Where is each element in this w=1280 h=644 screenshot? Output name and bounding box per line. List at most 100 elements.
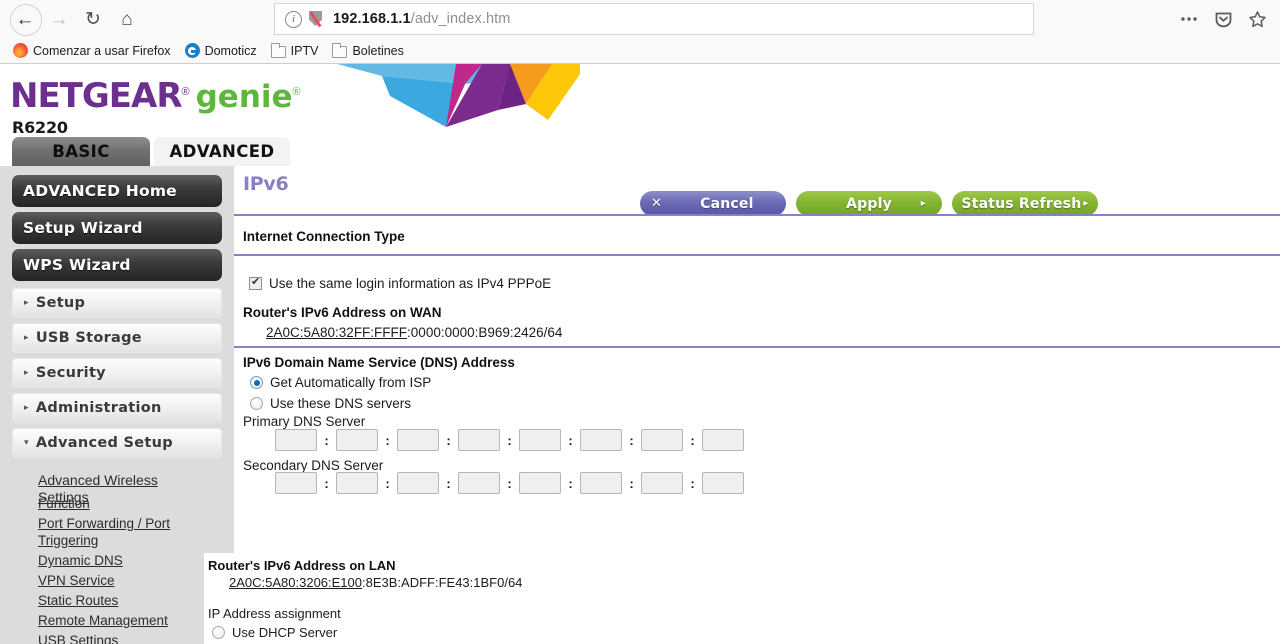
tab-basic[interactable]: BASIC <box>12 137 150 166</box>
chevron-right-icon: ▸ <box>24 333 29 343</box>
brand-genie-text: genie <box>195 79 293 115</box>
chevron-right-icon: ▸ <box>24 403 29 413</box>
tracking-protection-shield-icon[interactable] <box>307 10 324 28</box>
field-separator: : <box>690 475 695 491</box>
secondary-dns-field-3[interactable] <box>397 472 439 494</box>
star-icon[interactable] <box>1242 4 1272 34</box>
primary-dns-field-7[interactable] <box>641 429 683 451</box>
netgear-polygon-graphic <box>337 64 580 127</box>
info-circle-icon[interactable]: i <box>285 10 302 28</box>
radio-dns-manual[interactable] <box>250 397 263 410</box>
secondary-dns-field-6[interactable] <box>580 472 622 494</box>
secondary-dns-field-5[interactable] <box>519 472 561 494</box>
sidebar-item-wps-wizard[interactable]: WPS Wizard <box>12 249 222 281</box>
radio-use-dhcp-server[interactable] <box>212 626 225 639</box>
bookmark-item-iptv[interactable]: IPTV <box>264 40 326 62</box>
primary-dns-field-8[interactable] <box>702 429 744 451</box>
sidebar-link-port-forwarding[interactable]: Port Forwarding / Port Triggering <box>38 515 218 549</box>
field-separator: : <box>507 475 512 491</box>
registered-mark-icon: ® <box>181 86 190 98</box>
sidebar-link-dynamic-dns[interactable]: Dynamic DNS <box>38 552 218 569</box>
sidebar-link-remote-management[interactable]: Remote Management <box>38 612 218 629</box>
bookmark-item-firefox[interactable]: Comenzar a usar Firefox <box>6 40 178 62</box>
action-button-group: ✕ Cancel Apply ▸ Status Refresh ▸ <box>640 191 1098 216</box>
status-refresh-button[interactable]: Status Refresh ▸ <box>952 191 1098 216</box>
router-model-label: R6220 <box>12 118 68 137</box>
field-separator: : <box>324 432 329 448</box>
secondary-dns-field-8[interactable] <box>702 472 744 494</box>
bookmark-label: Comenzar a usar Firefox <box>33 43 171 58</box>
reload-icon[interactable]: ↻ <box>76 4 110 34</box>
radio-dns-auto[interactable] <box>250 376 263 389</box>
chevron-right-icon: ▸ <box>24 298 29 308</box>
sidebar-item-setup-wizard[interactable]: Setup Wizard <box>12 212 222 244</box>
radio-dns-manual-row[interactable]: Use these DNS servers <box>250 396 411 411</box>
bookmark-item-domoticz[interactable]: Domoticz <box>178 40 264 62</box>
section-ipv6-dns: IPv6 Domain Name Service (DNS) Address <box>243 355 515 370</box>
bookmark-item-boletines[interactable]: Boletines <box>325 40 410 62</box>
primary-dns-field-6[interactable] <box>580 429 622 451</box>
sidebar-link-function[interactable]: Function <box>38 495 218 512</box>
field-separator: : <box>385 432 390 448</box>
radio-dns-auto-row[interactable]: Get Automatically from ISP <box>250 375 431 390</box>
sidebar-item-usb-storage[interactable]: ▸ USB Storage <box>12 323 222 353</box>
divider <box>234 346 1280 348</box>
sidebar-item-advanced-home[interactable]: ADVANCED Home <box>12 175 222 207</box>
main-tab-bar: BASIC ADVANCED <box>0 137 1280 166</box>
radio-use-dhcp-server-label: Use DHCP Server <box>232 625 338 640</box>
home-icon[interactable]: ⌂ <box>110 4 144 34</box>
secondary-dns-field-1[interactable] <box>275 472 317 494</box>
url-path: /adv_index.htm <box>410 11 511 27</box>
address-bar[interactable]: i 192.168.1.1/adv_index.htm <box>274 3 1034 35</box>
checkbox-same-login[interactable] <box>249 275 262 290</box>
secondary-dns-field-4[interactable] <box>458 472 500 494</box>
tab-advanced[interactable]: ADVANCED <box>154 137 290 166</box>
label-ip-address-assignment: IP Address assignment <box>208 606 341 621</box>
radio-use-dhcp-server-row[interactable]: Use DHCP Server <box>212 625 337 640</box>
chevron-down-icon: ▾ <box>24 438 29 448</box>
wan-address-suffix: :0000:0000:B969:2426/64 <box>407 325 563 340</box>
sidebar-item-administration[interactable]: ▸ Administration <box>12 393 222 423</box>
cancel-button[interactable]: ✕ Cancel <box>640 191 786 216</box>
folder-icon <box>332 42 348 58</box>
sidebar-link-usb-settings[interactable]: USB Settings <box>38 632 218 644</box>
field-separator: : <box>568 475 573 491</box>
browser-toolbar-right <box>1174 3 1272 35</box>
page-title: IPv6 <box>243 173 289 195</box>
status-refresh-button-label: Status Refresh <box>961 195 1082 212</box>
secondary-dns-field-7[interactable] <box>641 472 683 494</box>
primary-dns-field-2[interactable] <box>336 429 378 451</box>
sidebar-sublinks: Advanced Wireless Settings Function Port… <box>0 472 234 644</box>
field-separator: : <box>629 432 634 448</box>
sidebar-item-security[interactable]: ▸ Security <box>12 358 222 388</box>
sidebar-item-label: Advanced Setup <box>35 435 173 451</box>
chevron-right-icon: ▸ <box>1083 198 1089 209</box>
label-secondary-dns: Secondary DNS Server <box>243 458 384 473</box>
sidebar-link-static-routes[interactable]: Static Routes <box>38 592 218 609</box>
sidebar-item-label: USB Storage <box>35 330 142 346</box>
primary-dns-field-5[interactable] <box>519 429 561 451</box>
apply-button[interactable]: Apply ▸ <box>796 191 942 216</box>
ellipsis-icon[interactable] <box>1174 4 1204 34</box>
checkbox-same-login-label: Use the same login information as IPv4 P… <box>269 276 552 291</box>
field-separator: : <box>568 432 573 448</box>
sidebar-item-advanced-setup[interactable]: ▾ Advanced Setup <box>12 428 222 458</box>
label-router-ipv6-lan: Router's IPv6 Address on LAN <box>208 558 396 573</box>
secondary-dns-field-2[interactable] <box>336 472 378 494</box>
field-separator: : <box>629 475 634 491</box>
pocket-icon[interactable] <box>1208 4 1238 34</box>
address-bar-url: 192.168.1.1/adv_index.htm <box>333 11 510 27</box>
primary-dns-field-1[interactable] <box>275 429 317 451</box>
registered-mark-icon: ® <box>292 86 301 98</box>
checkbox-same-login-row[interactable]: Use the same login information as IPv4 P… <box>249 275 552 291</box>
sidebar-item-setup[interactable]: ▸ Setup <box>12 288 222 318</box>
primary-dns-field-3[interactable] <box>397 429 439 451</box>
sidebar-link-vpn-service[interactable]: VPN Service <box>38 572 218 589</box>
field-separator: : <box>446 432 451 448</box>
forward-arrow-icon[interactable]: → <box>42 4 76 34</box>
back-arrow-icon[interactable]: ← <box>8 4 42 36</box>
lan-address-suffix: :8E3B:ADFF:FE43:1BF0/64 <box>362 575 523 590</box>
field-separator: : <box>324 475 329 491</box>
primary-dns-field-4[interactable] <box>458 429 500 451</box>
folder-icon <box>270 42 286 58</box>
